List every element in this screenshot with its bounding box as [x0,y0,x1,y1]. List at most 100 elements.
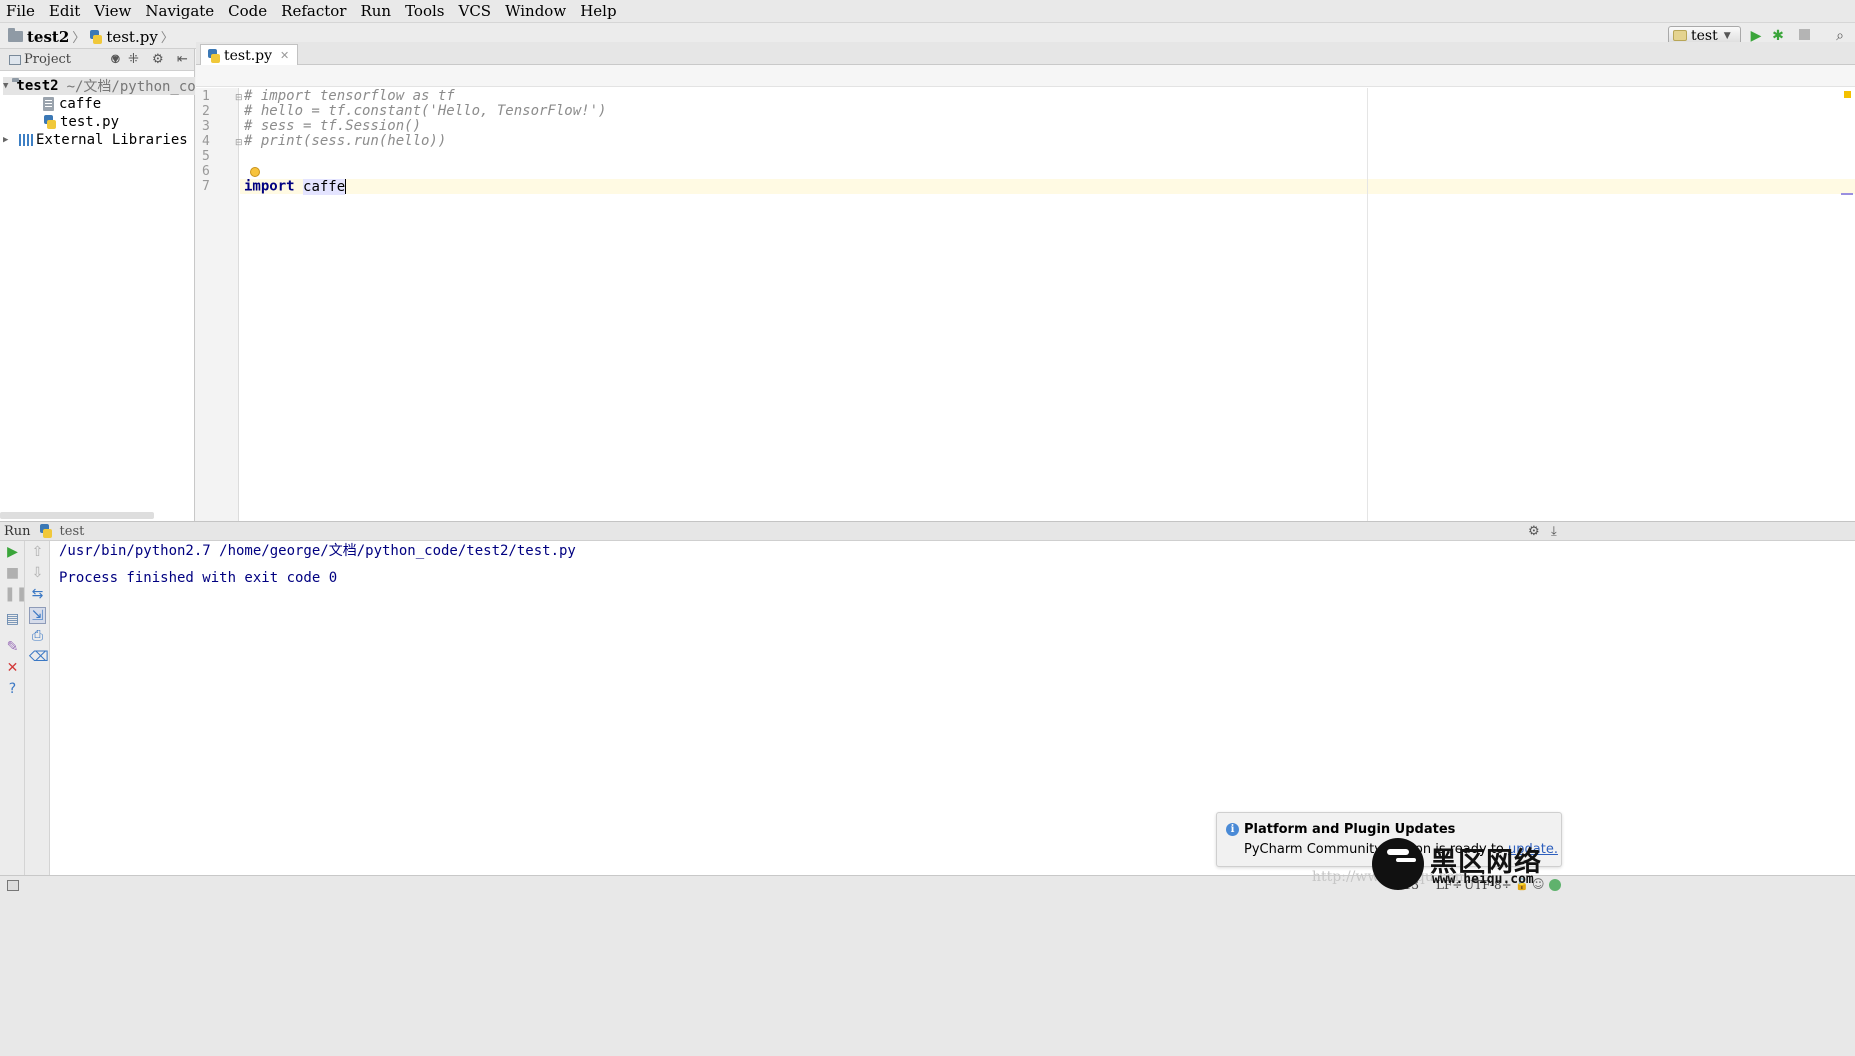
project-panel-header: Project ▼ ⊕ ⁜ ⚙ ⇤ [0,49,194,71]
project-view-icon [9,54,21,65]
horizontal-scrollbar[interactable] [0,512,154,519]
python-file-icon [207,48,220,63]
rerun-play-icon[interactable]: ▶ [4,544,21,561]
pin-icon[interactable]: ✎ [4,639,21,656]
notification-title: Platform and Plugin Updates [1244,822,1456,837]
breadcrumb-separator: 〉 [72,31,86,46]
run-panel-title: Run [4,523,31,539]
menu-edit[interactable]: Edit [47,2,82,20]
menu-vcs[interactable]: VCS [457,2,494,20]
menu-view[interactable]: View [92,2,133,20]
status-bar: 7:13 LF÷ UTF-8÷ 🔓 ☺ [0,875,1855,1056]
menu-bar: File Edit View Navigate Code Refactor Ru… [0,0,1855,22]
python-file-icon [43,115,56,129]
code-line-1: # import tensorflow as tf [244,88,455,104]
line-number: 6 [202,164,210,179]
error-stripe-marker[interactable] [1841,193,1853,195]
menu-navigate[interactable]: Navigate [143,2,216,20]
folder-icon [8,28,23,42]
chevron-down-icon: ▼ [1723,30,1731,41]
code-keyword: import [244,178,295,195]
tree-collapse-icon[interactable]: ▶ [3,135,15,145]
pause-icon[interactable]: ❚❚ [4,586,27,603]
breadcrumb-project[interactable]: test2 [27,28,69,46]
menu-file[interactable]: File [4,2,37,20]
breadcrumb: test2 〉 test.py 〉 [8,27,178,46]
right-margin-guide [1367,88,1368,521]
close-icon[interactable]: ✕ [4,660,21,677]
line-number: 7 [202,179,210,194]
info-icon: i [1226,823,1239,836]
run-toolbar-secondary: ⇧ ⇩ ⇆ ⇲ ⎙ ⌫ [25,541,50,875]
menu-run[interactable]: Run [358,2,393,20]
hide-panel-icon[interactable]: ⇤ [177,52,188,67]
breadcrumb-separator: 〉 [160,31,174,46]
locate-file-icon[interactable]: ⊕ [110,52,121,67]
editor-breadcrumb-strip [196,65,1855,87]
run-console[interactable]: /usr/bin/python2.7 /home/george/文档/pytho… [50,541,1855,875]
run-config-icon [1673,30,1687,41]
breadcrumb-file[interactable]: test.py [106,28,157,46]
help-icon[interactable]: ? [4,681,21,698]
menu-tools[interactable]: Tools [403,2,446,20]
restore-layout-icon[interactable]: ▤ [4,611,21,628]
menu-window[interactable]: Window [503,2,568,20]
line-number: 5 [202,149,210,164]
soft-wrap-icon[interactable]: ⇆ [29,586,46,603]
code-line-7: import caffe [244,178,347,195]
tree-item-caffe[interactable]: caffe [43,95,101,113]
collapse-all-icon[interactable]: ⁜ [128,52,139,67]
project-panel: Project ▼ ⊕ ⁜ ⚙ ⇤ ▼ test2 ~/文档/python_co… [0,49,195,521]
code-line-3: # sess = tf.Session() [244,118,422,134]
library-icon [19,134,33,146]
tree-root-path: ~/文档/python_code/test2 [66,79,195,95]
menu-help[interactable]: Help [578,2,618,20]
gear-icon[interactable]: ⚙ [1528,524,1540,539]
close-icon[interactable]: ✕ [280,49,289,62]
editor-tab-bar: test.py ✕ [196,42,1855,66]
tree-root-label: test2 [16,78,59,94]
python-file-icon [39,524,52,538]
fold-marker-icon[interactable]: ⊟ [235,138,243,148]
trash-icon[interactable]: ⌫ [29,649,49,666]
event-log-icon[interactable] [1549,879,1561,891]
code-editor[interactable]: 1 2 3 4 5 6 7 ⊟ ⊟ # import tensorflow as… [196,65,1855,521]
console-line: Process finished with exit code 0 [59,570,338,586]
stop-icon[interactable]: ■ [4,565,21,582]
menu-code[interactable]: Code [226,2,269,20]
tree-item-label: External Libraries [36,132,188,148]
tree-item-label: test.py [60,114,120,130]
scroll-to-end-icon[interactable]: ⇲ [29,607,46,624]
tree-expand-icon[interactable]: ▼ [3,81,8,91]
line-number: 2 [202,104,210,119]
watermark-logo-icon [1372,838,1424,890]
gear-icon[interactable]: ⚙ [152,52,164,67]
line-number: 4 [202,134,210,149]
tree-item-project-root[interactable]: ▼ test2 ~/文档/python_code/test2 [3,77,195,95]
project-view-label[interactable]: Project [24,52,71,67]
warning-marker-icon[interactable] [1844,91,1851,98]
tool-windows-icon[interactable] [7,880,19,891]
code-line-4: # print(sess.run(hello)) [244,133,447,149]
print-icon[interactable]: ⎙ [29,628,46,645]
tab-test-py[interactable]: test.py ✕ [200,44,299,66]
hide-panel-icon[interactable]: ⤓ [1551,524,1557,539]
run-tab-test[interactable]: test [60,524,85,539]
watermark-site: www.heiqu.com [1432,872,1534,887]
line-number: 1 [202,89,210,104]
run-toolbar-primary: ▶ ■ ❚❚ ▤ ✎ ✕ ? [0,541,27,875]
line-number: 3 [202,119,210,134]
tree-item-label: caffe [59,96,102,112]
console-line: /usr/bin/python2.7 /home/george/文档/pytho… [59,543,576,559]
tree-item-test-py[interactable]: test.py [43,113,119,131]
run-panel-header: Run test ⚙ ⤓ [0,521,1855,541]
text-cursor [345,179,347,194]
tree-item-external-libraries[interactable]: ▶ External Libraries [3,131,188,149]
arrow-up-icon[interactable]: ⇧ [29,544,46,561]
current-line-highlight [240,179,1855,194]
fold-marker-icon[interactable]: ⊟ [235,93,243,103]
tab-label: test.py [224,47,273,64]
menu-refactor[interactable]: Refactor [279,2,348,20]
arrow-down-icon[interactable]: ⇩ [29,565,46,582]
lightbulb-icon[interactable] [250,167,260,177]
